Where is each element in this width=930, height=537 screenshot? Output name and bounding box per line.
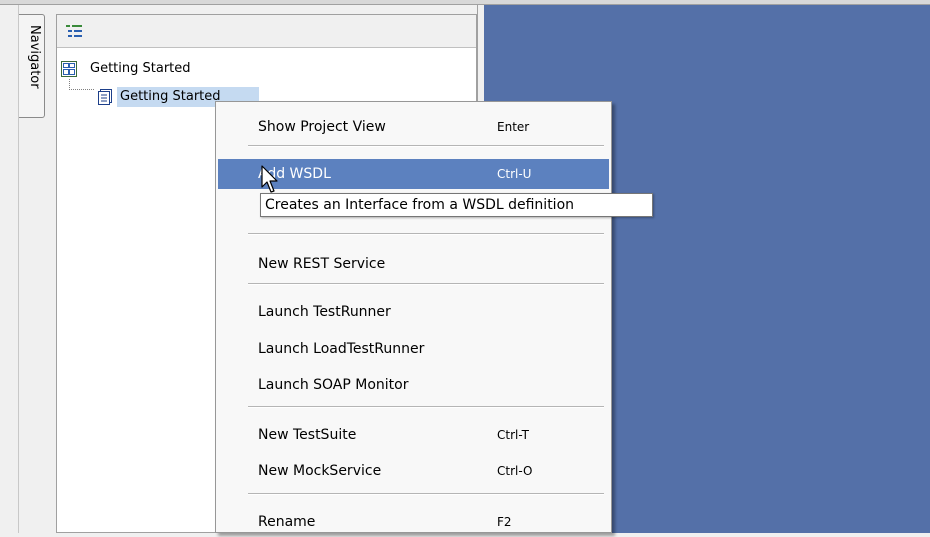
- left-dock-strip: [0, 5, 19, 533]
- menu-item-new-testsuite[interactable]: New TestSuite Ctrl-T: [218, 420, 609, 450]
- menu-separator: [248, 233, 604, 235]
- menu-item-shortcut: Ctrl-O: [497, 464, 533, 478]
- tree-item-workspace-label: Getting Started: [90, 61, 191, 76]
- menu-item-label: Launch SOAP Monitor: [258, 377, 409, 393]
- navigator-toolbar: [57, 15, 476, 48]
- tree-view-icon[interactable]: [66, 25, 82, 37]
- tree-connector: [69, 79, 94, 90]
- menu-item-new-mockservice[interactable]: New MockService Ctrl-O: [218, 456, 609, 486]
- menu-item-label: Show Project View: [258, 119, 386, 135]
- add-wsdl-tooltip: Creates an Interface from a WSDL definit…: [260, 193, 653, 217]
- menu-item-label: Launch LoadTestRunner: [258, 341, 425, 357]
- workspace-icon: [61, 61, 77, 77]
- menu-item-new-rest-service[interactable]: New REST Service: [218, 249, 609, 279]
- menu-item-show-project-view[interactable]: Show Project View Enter: [218, 112, 609, 142]
- menu-item-label: New MockService: [258, 463, 382, 479]
- menu-item-launch-soap-monitor[interactable]: Launch SOAP Monitor: [218, 370, 609, 400]
- menu-item-shortcut: Enter: [497, 120, 530, 134]
- menu-item-label: New REST Service: [258, 256, 386, 272]
- menu-item-shortcut: Ctrl-U: [497, 167, 532, 181]
- menu-item-launch-testrunner[interactable]: Launch TestRunner: [218, 297, 609, 327]
- menu-separator: [248, 493, 604, 495]
- navigator-tab[interactable]: Navigator: [19, 14, 45, 118]
- menu-item-shortcut: Ctrl-T: [497, 428, 529, 442]
- menu-separator: [248, 145, 604, 147]
- mouse-pointer-icon: [261, 165, 278, 193]
- navigator-tab-label: Navigator: [27, 25, 42, 89]
- project-icon: [98, 89, 112, 105]
- menu-separator: [248, 406, 604, 408]
- menu-item-label: Launch TestRunner: [258, 304, 391, 320]
- menu-item-label: New TestSuite: [258, 427, 357, 443]
- menu-item-launch-loadtestrunner[interactable]: Launch LoadTestRunner: [218, 334, 609, 364]
- menu-separator: [248, 283, 604, 285]
